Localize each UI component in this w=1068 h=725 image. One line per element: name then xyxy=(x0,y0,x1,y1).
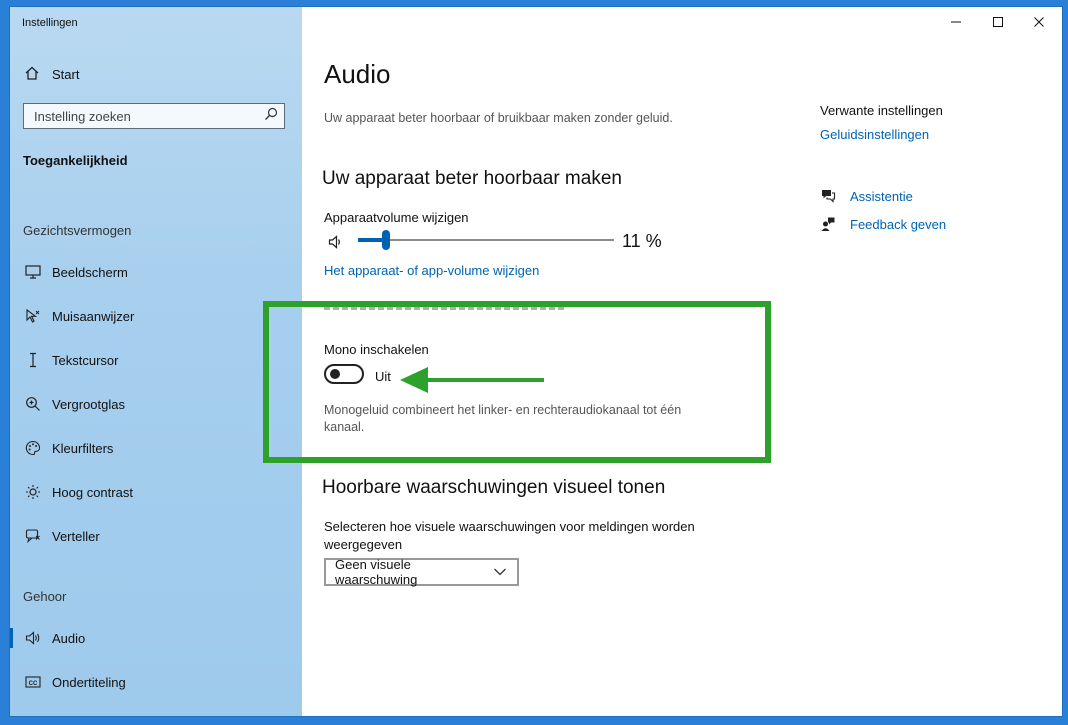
monitor-icon xyxy=(23,265,43,279)
sidebar-item-captions[interactable]: CC Ondertiteling xyxy=(10,667,302,697)
related-settings-title: Verwante instellingen xyxy=(820,103,943,118)
feedback-icon xyxy=(820,216,836,232)
nav-home-label: Start xyxy=(52,67,80,82)
section-heading-audible: Uw apparaat beter hoorbaar maken xyxy=(322,168,622,189)
visual-alert-select-value: Geen visuele waarschuwing xyxy=(335,557,418,587)
speaker-icon xyxy=(23,631,43,645)
volume-slider-track[interactable] xyxy=(358,239,614,241)
visual-alert-select[interactable]: Geen visuele waarschuwing xyxy=(324,557,519,587)
get-help-label: Assistentie xyxy=(850,188,913,204)
narrator-icon xyxy=(23,528,43,544)
sidebar-item-audio[interactable]: Audio xyxy=(10,623,302,653)
mono-label: Mono inschakelen xyxy=(324,342,429,357)
settings-window: Instellingen Start Toegankelijkheid Gezi… xyxy=(10,7,1062,716)
sidebar-item-pointer[interactable]: Muisaanwijzer xyxy=(10,301,302,331)
text-cursor-icon xyxy=(23,352,43,368)
palette-icon xyxy=(23,440,43,456)
sidebar-item-label: Hoog contrast xyxy=(52,484,133,500)
page-title: Audio xyxy=(324,59,391,89)
window-title: Instellingen xyxy=(22,17,78,29)
sidebar-section-title: Toegankelijkheid xyxy=(23,153,128,168)
magnifier-icon xyxy=(23,396,43,412)
main-content: Audio Uw apparaat beter hoorbaar of brui… xyxy=(263,7,1062,716)
mono-description: Monogeluid combineert het linker- en rec… xyxy=(324,403,682,434)
sidebar-item-label: Ondertiteling xyxy=(52,674,126,690)
sound-settings-link[interactable]: Geluidsinstellingen xyxy=(820,127,929,142)
sidebar-item-narrator[interactable]: Verteller xyxy=(10,521,302,551)
group-label-vision: Gezichtsvermogen xyxy=(23,223,132,238)
mono-toggle-state: Uit xyxy=(375,369,391,384)
volume-value: 11 % xyxy=(622,231,662,251)
feedback-link[interactable]: Feedback geven xyxy=(820,216,946,232)
app-volume-link[interactable]: Het apparaat- of app-volume wijzigen xyxy=(324,263,539,278)
svg-text:CC: CC xyxy=(29,681,38,687)
sidebar-item-label: Vergrootglas xyxy=(52,396,125,412)
arrow-annotation-icon xyxy=(400,367,544,393)
search-icon[interactable] xyxy=(264,107,278,126)
sidebar-item-high-contrast[interactable]: Hoog contrast xyxy=(10,477,302,507)
page-description: Uw apparaat beter hoorbaar of bruikbaar … xyxy=(324,111,673,125)
volume-label: Apparaatvolume wijzigen xyxy=(324,210,469,225)
sun-icon xyxy=(23,484,43,500)
partially-hidden-text xyxy=(324,305,564,311)
sidebar-item-label: Tekstcursor xyxy=(52,352,119,368)
nav-home[interactable]: Start xyxy=(24,65,79,84)
feedback-label: Feedback geven xyxy=(850,216,947,232)
sidebar-item-display[interactable]: Beeldscherm xyxy=(10,257,302,287)
toggle-knob xyxy=(330,369,340,379)
group-label-hearing: Gehoor xyxy=(23,589,67,604)
sidebar-item-label: Audio xyxy=(52,630,86,646)
pointer-icon xyxy=(23,308,43,324)
get-help-link[interactable]: Assistentie xyxy=(820,188,913,204)
help-chat-icon xyxy=(820,188,836,204)
sidebar-item-label: Verteller xyxy=(52,528,100,544)
sidebar-item-label: Beeldscherm xyxy=(52,264,128,280)
sidebar-item-color-filters[interactable]: Kleurfilters xyxy=(10,433,302,463)
mono-toggle[interactable] xyxy=(324,364,364,384)
section-heading-visual-alerts: Hoorbare waarschuwingen visueel tonen xyxy=(322,477,666,498)
sidebar: Instellingen Start Toegankelijkheid Gezi… xyxy=(10,7,302,716)
search-box[interactable] xyxy=(23,103,285,129)
search-input[interactable] xyxy=(34,108,254,124)
home-icon xyxy=(24,65,40,84)
sidebar-item-label: Kleurfilters xyxy=(52,440,114,456)
sidebar-item-magnifier[interactable]: Vergrootglas xyxy=(10,389,302,419)
cc-icon: CC xyxy=(23,676,43,688)
volume-slider-thumb[interactable] xyxy=(382,230,391,250)
visual-alert-label: Selecteren hoe visuele waarschuwingen vo… xyxy=(324,519,695,552)
chevron-down-icon xyxy=(493,565,507,580)
sidebar-item-text-cursor[interactable]: Tekstcursor xyxy=(10,345,302,375)
sidebar-item-label: Muisaanwijzer xyxy=(52,308,135,324)
volume-speaker-icon xyxy=(328,235,344,254)
